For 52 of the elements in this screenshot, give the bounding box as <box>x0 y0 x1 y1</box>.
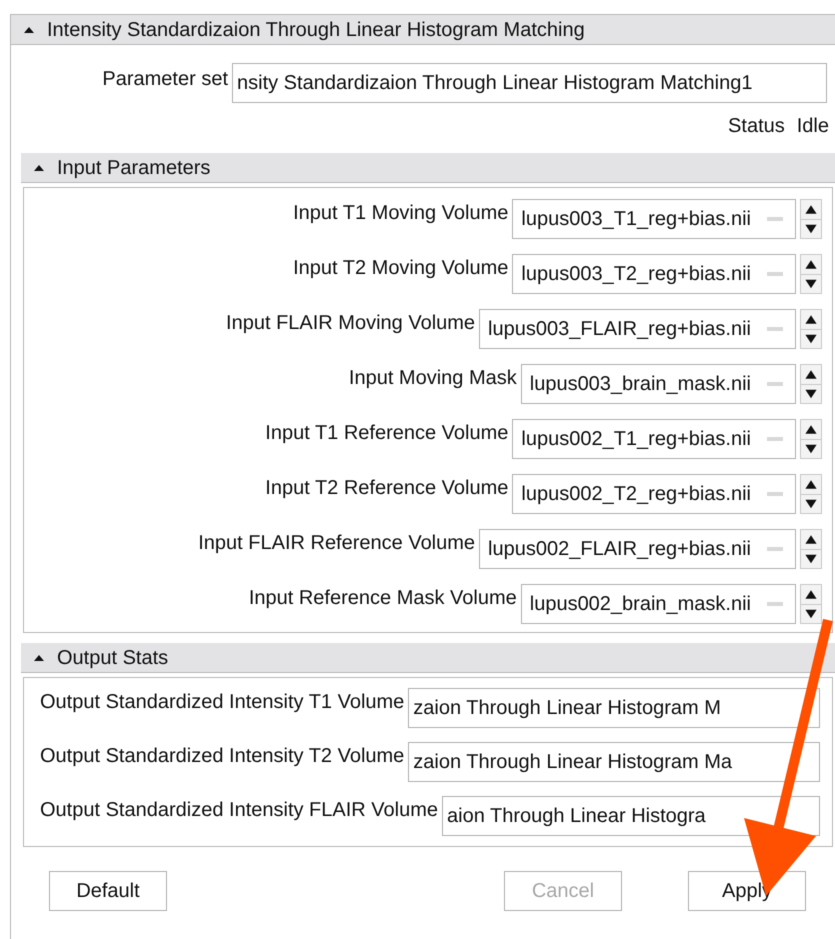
section-header[interactable]: Input Parameters <box>21 153 835 183</box>
spinner-control[interactable] <box>800 364 822 404</box>
field-label: Output Standardized Intensity T1 Volume <box>40 690 404 715</box>
field-label: Input T2 Reference Volume <box>265 476 508 501</box>
spinner-control[interactable] <box>800 309 822 349</box>
collapse-icon[interactable] <box>23 26 35 34</box>
dropdown-handle-icon <box>767 436 783 442</box>
parameter-set-field[interactable]: nsity Standardizaion Through Linear Histogram Matching1 <box>232 63 827 103</box>
field-label: Output Standardized Intensity T2 Volume <box>40 744 404 769</box>
section-title: Input Parameters <box>57 158 210 178</box>
dropdown-handle-icon <box>767 491 783 497</box>
section-header[interactable]: Output Stats <box>21 643 835 673</box>
field-label: Input FLAIR Moving Volume <box>226 311 476 336</box>
spinner-control[interactable] <box>800 474 822 514</box>
volume-dropdown[interactable]: lupus002_FLAIR_reg+bias.nii <box>479 529 796 569</box>
section-title: Intensity Standardizaion Through Linear Histogram Matching <box>47 20 585 40</box>
spinner-control[interactable] <box>800 419 822 459</box>
section-header[interactable]: Intensity Standardizaion Through Linear Histogram Matching <box>11 15 835 45</box>
field-label: Input T1 Moving Volume <box>293 201 508 226</box>
dropdown-handle-icon <box>767 326 783 332</box>
dropdown-handle-icon <box>767 381 783 387</box>
field-label: Input T1 Reference Volume <box>265 421 508 446</box>
volume-dropdown[interactable]: lupus002_brain_mask.nii <box>520 584 796 624</box>
field-label: Input FLAIR Reference Volume <box>198 531 476 556</box>
output-file-field[interactable]: zaion Through Linear Histogram Ma <box>408 742 820 782</box>
collapse-icon[interactable] <box>33 654 45 662</box>
field-label: Input Moving Mask <box>348 366 517 391</box>
dropdown-handle-icon <box>767 271 783 277</box>
output-file-field[interactable]: zaion Through Linear Histogram M <box>408 688 820 728</box>
volume-dropdown[interactable]: lupus002_T1_reg+bias.nii <box>512 419 796 459</box>
field-label: Parameter set <box>102 67 228 92</box>
volume-dropdown[interactable]: lupus002_T2_reg+bias.nii <box>512 474 796 514</box>
volume-dropdown[interactable]: lupus003_T1_reg+bias.nii <box>512 199 796 239</box>
volume-dropdown[interactable]: lupus003_FLAIR_reg+bias.nii <box>479 309 796 349</box>
volume-dropdown[interactable]: lupus003_brain_mask.nii <box>520 364 796 404</box>
dropdown-handle-icon <box>767 216 783 222</box>
spinner-control[interactable] <box>800 529 822 569</box>
spinner-control[interactable] <box>800 199 822 239</box>
dropdown-handle-icon <box>767 601 783 607</box>
volume-dropdown[interactable]: lupus003_T2_reg+bias.nii <box>512 254 796 294</box>
dialog-button[interactable]: Default <box>49 871 167 911</box>
field-label: Input Reference Mask Volume <box>248 586 517 611</box>
collapse-icon[interactable] <box>33 164 45 172</box>
spinner-control[interactable] <box>800 254 822 294</box>
field-label: Output Standardized Intensity FLAIR Volume <box>40 798 438 823</box>
field-label: Input T2 Moving Volume <box>293 256 508 281</box>
status-label: Status <box>728 114 785 139</box>
output-file-field[interactable]: aion Through Linear Histogra <box>442 796 820 836</box>
status-value: Idle <box>796 114 829 139</box>
spinner-control[interactable] <box>800 584 822 624</box>
section-title: Output Stats <box>57 648 168 668</box>
dropdown-handle-icon <box>767 546 783 552</box>
